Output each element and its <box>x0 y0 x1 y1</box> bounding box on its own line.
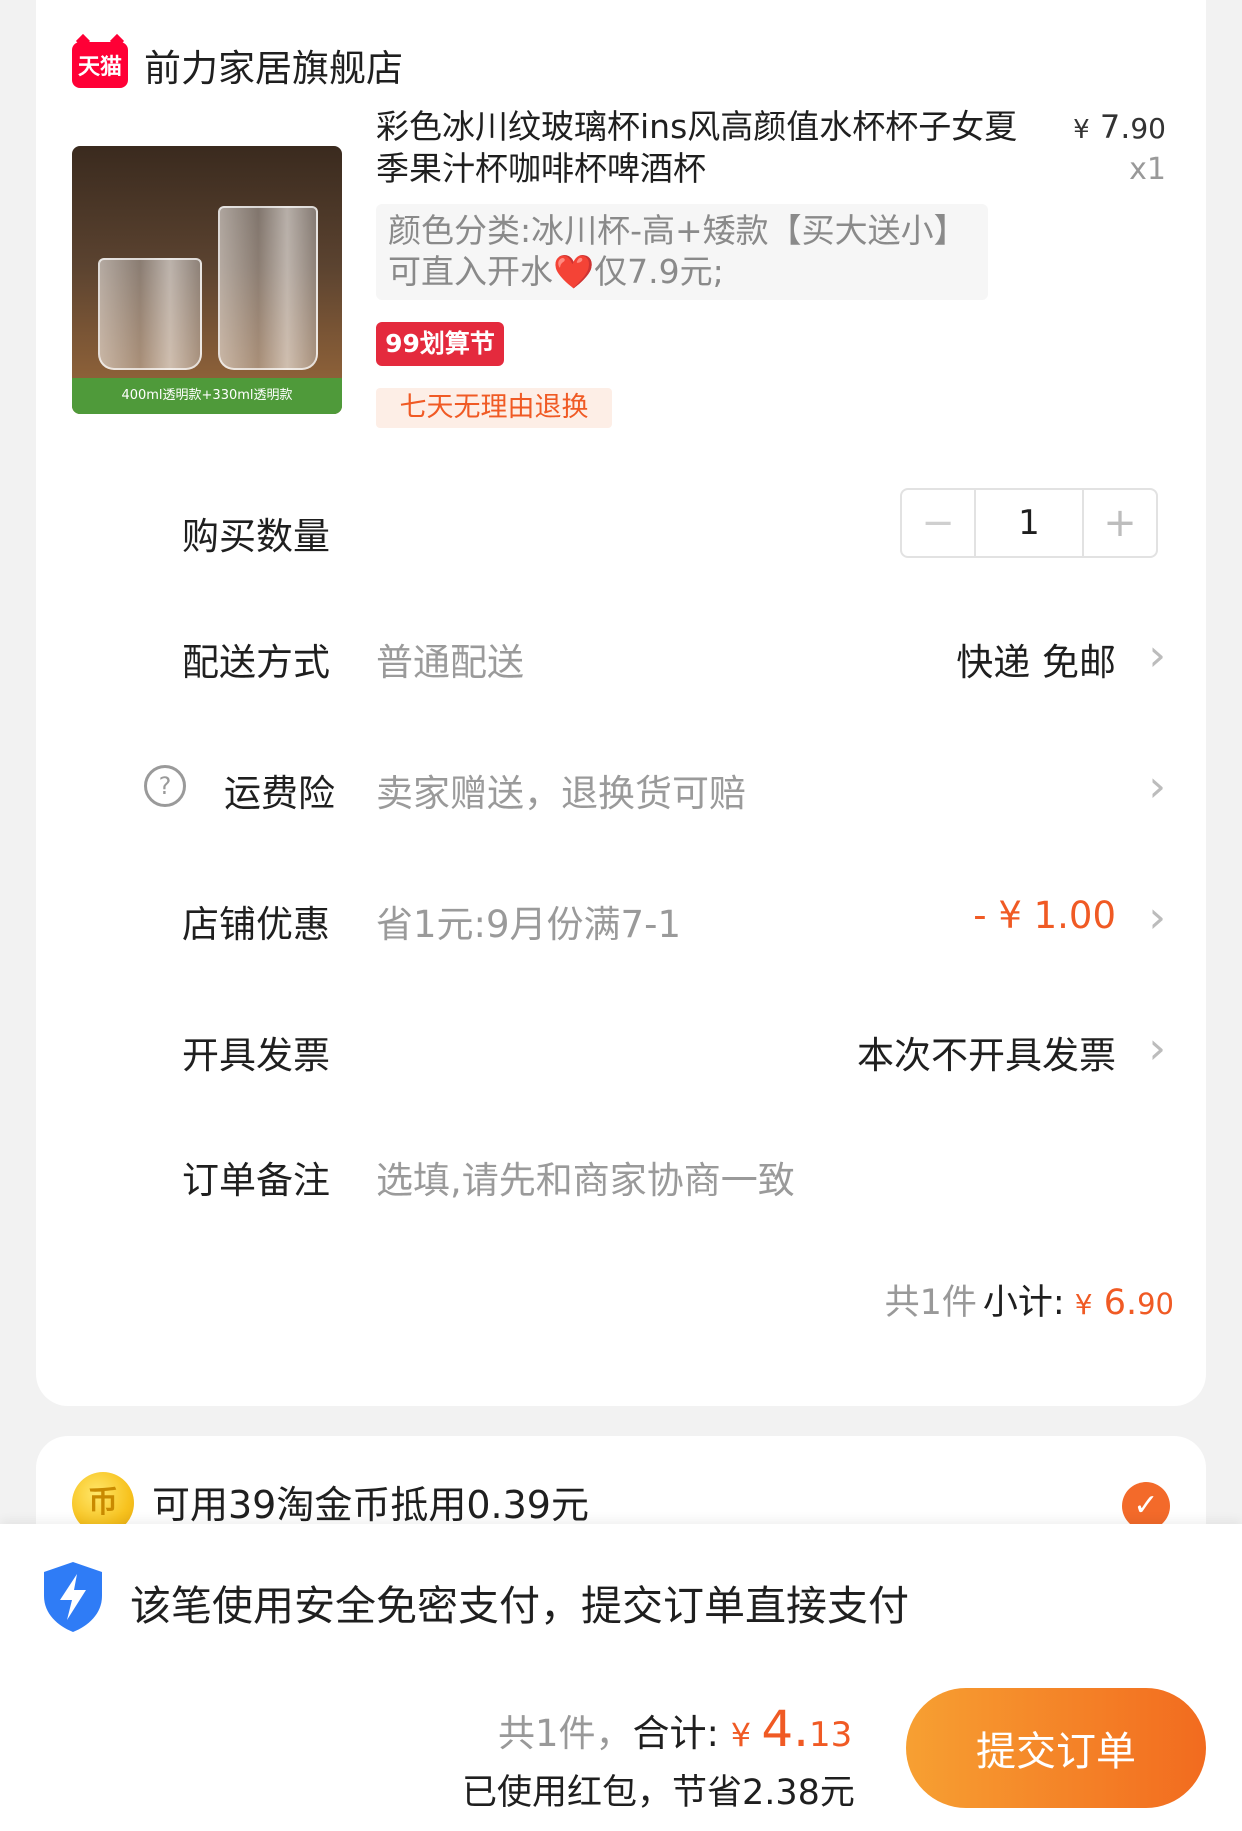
quantity-input[interactable]: 1 <box>976 490 1082 556</box>
subtotal-currency: ¥ <box>1074 1288 1093 1321</box>
discount-label: 店铺优惠 <box>182 903 330 946</box>
return-policy-tag: 七天无理由退换 <box>376 388 612 428</box>
product-quantity: x1 <box>1129 152 1166 187</box>
product-title[interactable]: 彩色冰川纹玻璃杯ins风高颜值水杯杯子女夏季果汁杯咖啡杯啤酒杯 <box>376 106 1036 190</box>
note-label: 订单备注 <box>182 1159 330 1202</box>
product-image[interactable]: 400ml透明款+330ml透明款 <box>72 146 342 414</box>
invoice-row[interactable]: 开具发票 本次不开具发票 › <box>36 1017 1206 1077</box>
glass-tall-image <box>218 206 318 370</box>
price-int: 7. <box>1099 108 1131 146</box>
shipping-insurance-row[interactable]: ? 运费险 卖家赠送，退换货可赔 › <box>36 755 1206 815</box>
chevron-right-icon: › <box>1148 761 1166 812</box>
decrement-button[interactable]: − <box>902 490 976 556</box>
product-sku[interactable]: 颜色分类:冰川杯-高+矮款【买大送小】可直入开水❤️仅7.9元; <box>376 204 988 300</box>
store-name[interactable]: 前力家居旗舰店 <box>144 38 403 92</box>
quantity-row: 购买数量 − 1 + <box>36 488 1206 558</box>
subtotal-cents: 90 <box>1137 1287 1174 1321</box>
product-image-caption: 400ml透明款+330ml透明款 <box>72 378 342 414</box>
chevron-right-icon: › <box>1148 1023 1166 1074</box>
total-label: 合计: <box>632 1712 720 1755</box>
delivery-value: 普通配送 <box>376 641 524 684</box>
invoice-value: 本次不开具发票 <box>857 1034 1116 1077</box>
festival-tag: 99划算节 <box>376 322 504 366</box>
insurance-label: 运费险 <box>224 772 335 815</box>
secure-payment-text: 该笔使用安全免密支付，提交订单直接支付 <box>130 1582 909 1630</box>
total-currency: ¥ <box>730 1716 762 1754</box>
total-amount: ¥ 4.13 <box>730 1700 853 1758</box>
shield-lightning-icon <box>44 1562 102 1632</box>
total-cents: 13 <box>809 1715 853 1755</box>
subtotal: 共1件 小计: ¥ 6.90 <box>885 1274 1174 1325</box>
discount-value: 省1元:9月份满7-1 <box>376 903 681 946</box>
subtotal-int: 6. <box>1103 1283 1138 1323</box>
question-icon[interactable]: ? <box>144 765 186 807</box>
product-price: ¥ 7.90 <box>1073 108 1166 146</box>
tmall-badge-text: 天猫 <box>77 55 122 80</box>
price-currency: ¥ <box>1073 115 1090 145</box>
store-discount-row[interactable]: 店铺优惠 省1元:9月份满7-1 - ¥ 1.00 › <box>36 886 1206 946</box>
delivery-row[interactable]: 配送方式 普通配送 快递 免邮 › <box>36 624 1206 684</box>
chevron-right-icon: › <box>1148 630 1166 681</box>
total-int: 4. <box>761 1700 810 1758</box>
quantity-stepper[interactable]: − 1 + <box>900 488 1158 558</box>
glass-short-image <box>98 258 202 370</box>
delivery-label: 配送方式 <box>182 641 330 684</box>
subtotal-amount: ¥ 6.90 <box>1075 1283 1174 1323</box>
subtotal-count: 共1件 <box>884 1283 977 1323</box>
coin-offer-text: 可用39淘金币抵用0.39元 <box>152 1483 589 1527</box>
tmall-logo-icon: 天猫 <box>72 42 128 88</box>
total-count: 共1件， <box>498 1712 633 1755</box>
order-store-card: 天猫 前力家居旗舰店 400ml透明款+330ml透明款 彩色冰川纹玻璃杯ins… <box>36 0 1206 1406</box>
quantity-label: 购买数量 <box>182 515 330 558</box>
order-note-row: 订单备注 选填,请先和商家协商一致 <box>36 1142 1206 1202</box>
invoice-label: 开具发票 <box>182 1034 330 1077</box>
delivery-method: 快递 免邮 <box>956 641 1116 684</box>
chevron-right-icon: › <box>1148 892 1166 943</box>
increment-button[interactable]: + <box>1082 490 1156 556</box>
checkout-bar: 该笔使用安全免密支付，提交订单直接支付 共1件，合计: ¥ 4.13 已使用红包… <box>0 1524 1242 1831</box>
price-cents: 90 <box>1130 112 1166 145</box>
discount-amount: - ¥ 1.00 <box>973 894 1116 937</box>
store-header[interactable]: 天猫 前力家居旗舰店 <box>72 38 403 92</box>
subtotal-label: 小计: <box>982 1283 1065 1323</box>
submit-order-button[interactable]: 提交订单 <box>906 1688 1206 1808</box>
order-note-input[interactable]: 选填,请先和商家协商一致 <box>376 1150 795 1204</box>
check-icon[interactable]: ✓ <box>1122 1482 1170 1530</box>
red-packet-savings: 已使用红包，节省2.38元 <box>462 1773 855 1813</box>
order-total: 共1件，合计: ¥ 4.13 <box>498 1700 852 1758</box>
insurance-value: 卖家赠送，退换货可赔 <box>376 772 746 815</box>
